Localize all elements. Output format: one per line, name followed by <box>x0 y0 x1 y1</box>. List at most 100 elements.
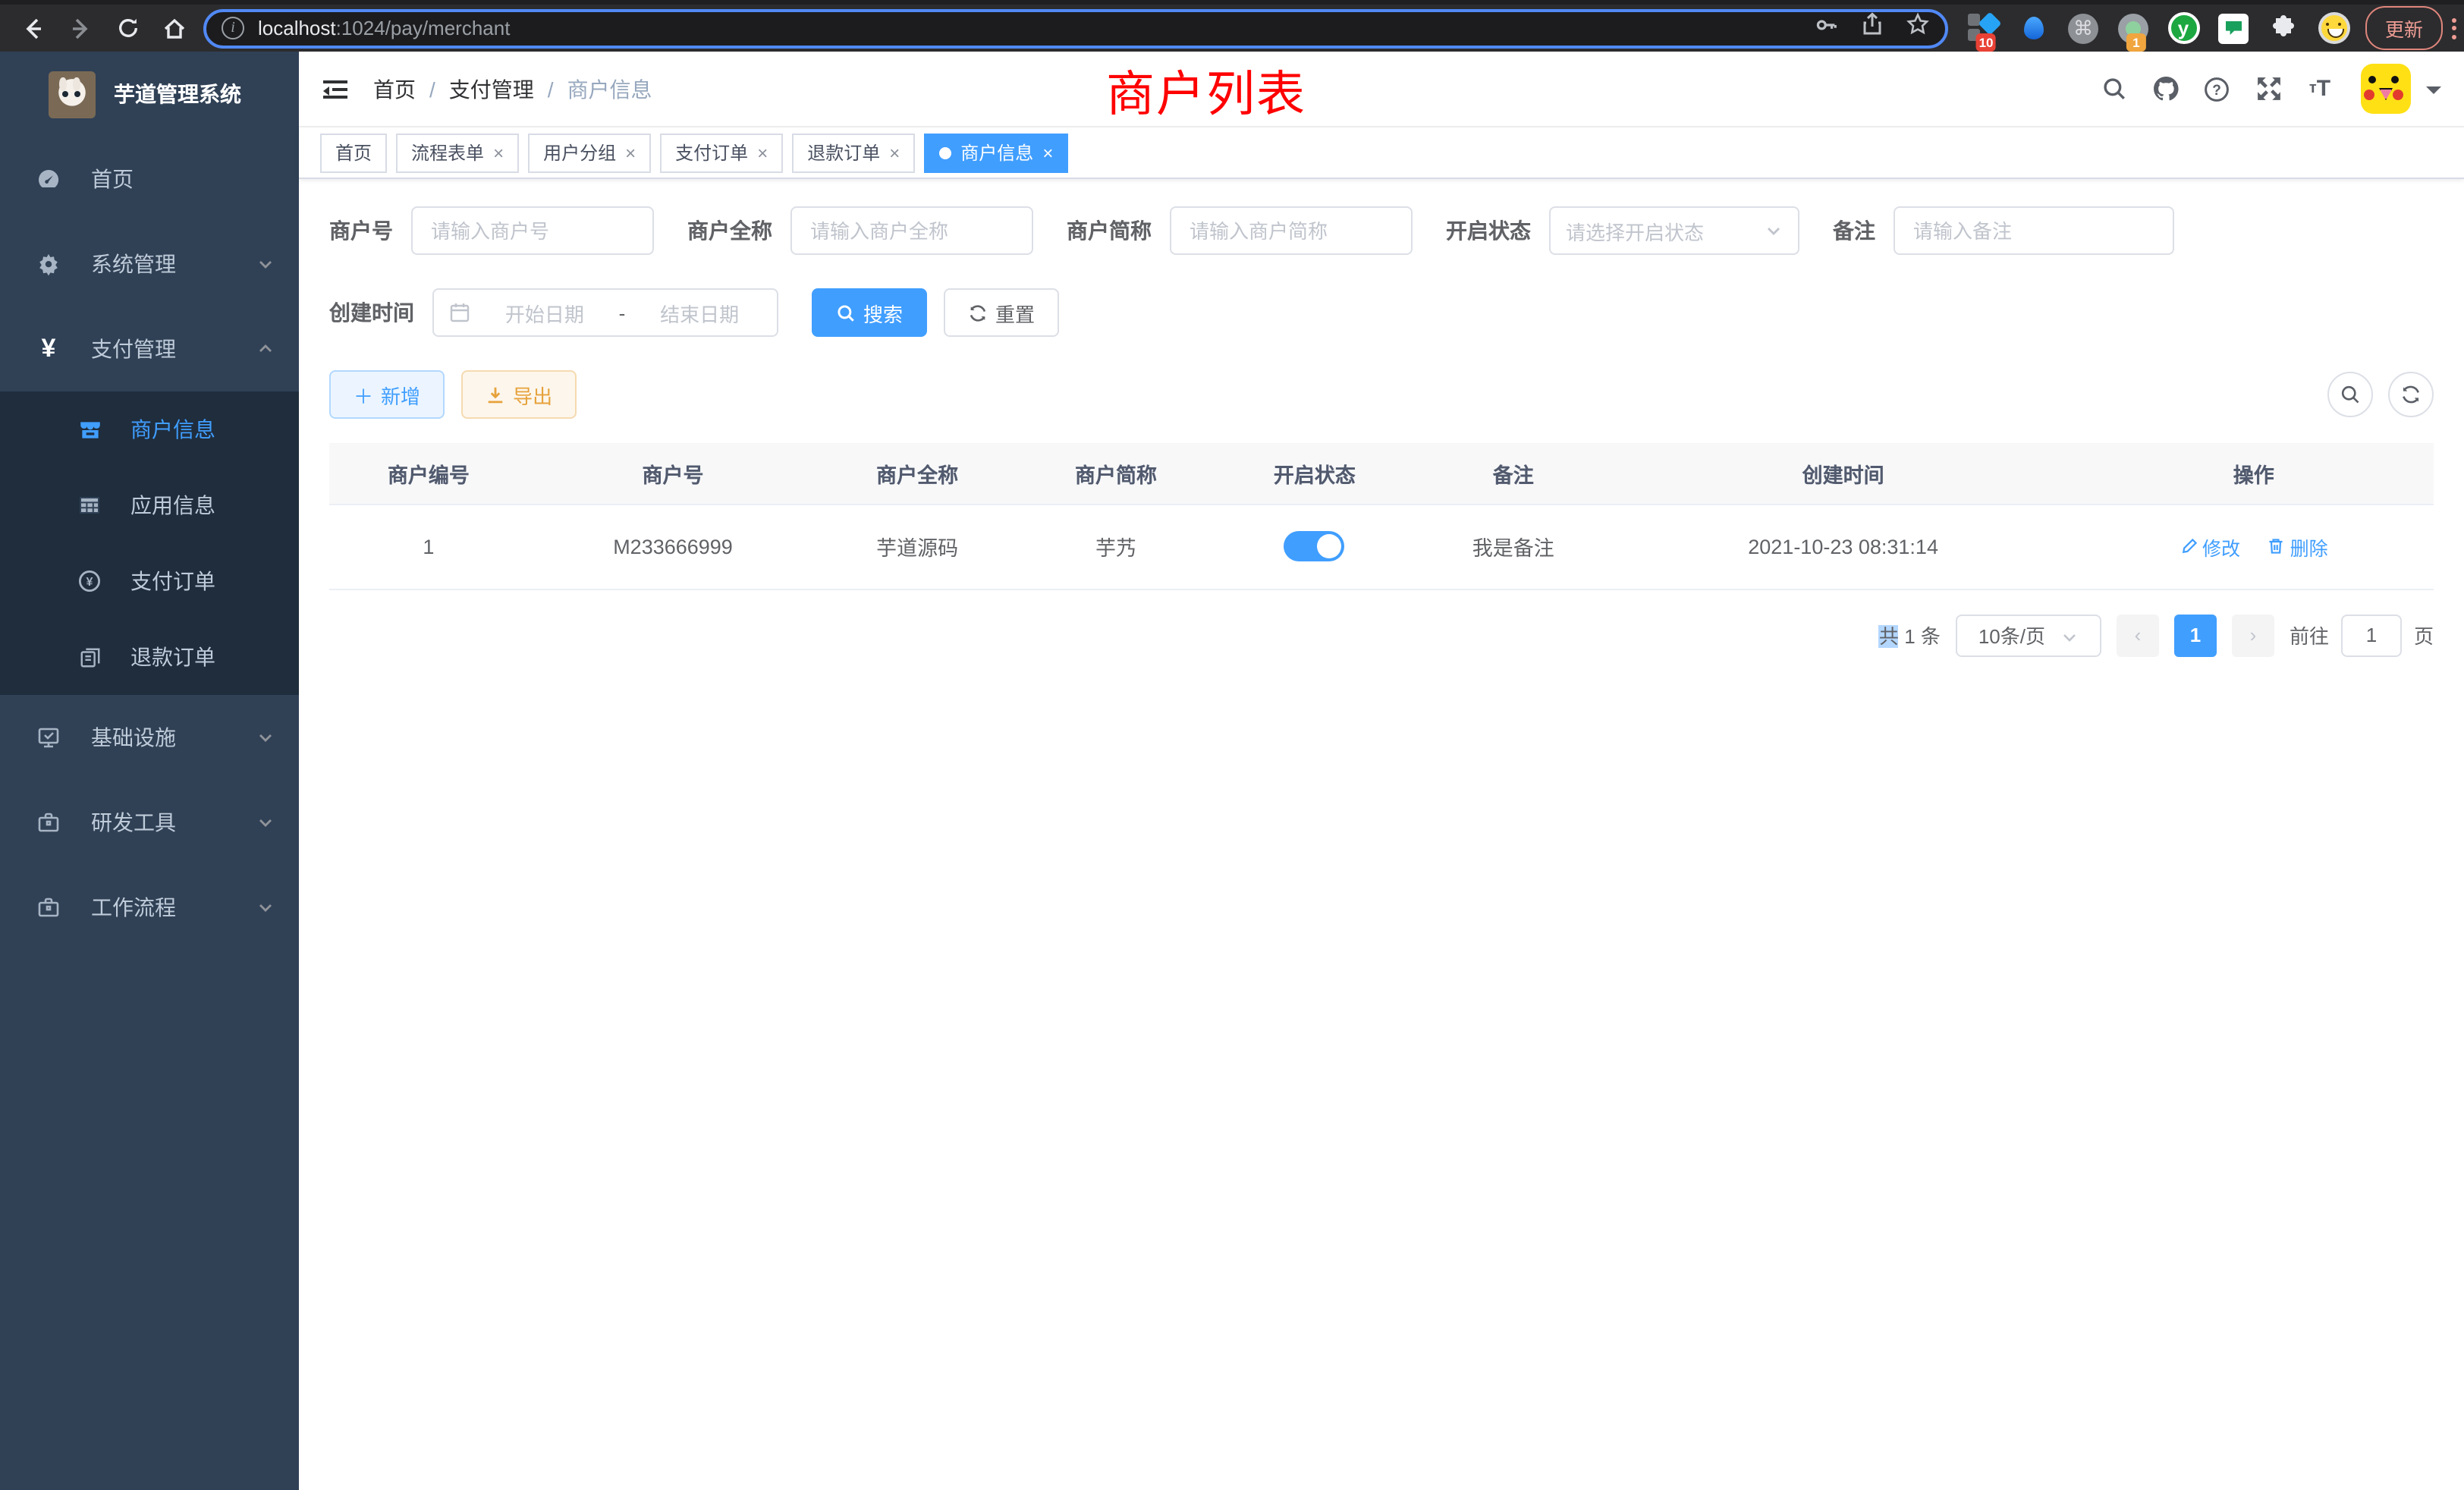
cell-remark: 我是备注 <box>1414 504 1613 589</box>
documents-icon <box>73 646 106 668</box>
github-icon[interactable] <box>2145 69 2185 108</box>
table-header-row: 商户编号 商户号 商户全称 商户简称 开启状态 备注 创建时间 操作 <box>329 443 2434 504</box>
sidebar-item-payment[interactable]: ¥ 支付管理 <box>0 306 299 391</box>
extension-notifier-icon[interactable]: 1 <box>2117 11 2150 45</box>
dashboard-icon <box>30 167 67 191</box>
cell-create-time: 2021-10-23 08:31:14 <box>1613 504 2074 589</box>
extensions-puzzle-icon[interactable] <box>2267 11 2300 45</box>
merchant-no-input[interactable] <box>411 206 654 255</box>
sidebar-item-system[interactable]: 系统管理 <box>0 222 299 306</box>
sidebar-item-pay-order[interactable]: ¥ 支付订单 <box>0 543 299 619</box>
merchant-fullname-input[interactable] <box>790 206 1033 255</box>
grid-icon <box>73 493 106 517</box>
next-page-button[interactable]: › <box>2232 614 2274 656</box>
chevron-up-icon <box>256 340 275 358</box>
extension-raycast-icon[interactable]: 10 <box>1966 11 2000 45</box>
close-icon[interactable]: × <box>757 142 768 163</box>
app-logo[interactable]: 芋道管理系统 <box>0 52 299 137</box>
tag-view-bar: 首页 流程表单× 用户分组× 支付订单× 退款订单× 商户信息× <box>299 127 2464 179</box>
tag-user-group[interactable]: 用户分组× <box>528 133 651 172</box>
toggle-search-button[interactable] <box>2327 372 2373 417</box>
sidebar-item-refund-order[interactable]: 退款订单 <box>0 619 299 695</box>
breadcrumb-current: 商户信息 <box>567 74 652 104</box>
close-icon[interactable]: × <box>1042 142 1053 163</box>
yen-icon: ¥ <box>30 334 67 364</box>
trash-icon <box>2268 537 2286 555</box>
table-row: 1 M233666999 芋道源码 芋艿 我是备注 2021-10-23 08:… <box>329 504 2434 589</box>
chevron-down-icon <box>256 813 275 831</box>
extension-y-icon[interactable]: y <box>2167 11 2200 45</box>
refresh-icon <box>968 303 988 322</box>
search-icon <box>2340 384 2361 405</box>
extension-chat-icon[interactable] <box>2217 11 2250 45</box>
browser-reload-button[interactable] <box>109 10 146 46</box>
add-button[interactable]: ＋ 新增 <box>329 370 445 419</box>
status-select[interactable]: 请选择开启状态 <box>1549 206 1799 255</box>
font-size-icon[interactable]: тT <box>2300 69 2340 108</box>
page-1-button[interactable]: 1 <box>2174 614 2217 656</box>
address-bar[interactable]: i localhost:1024/pay/merchant <box>203 8 1948 48</box>
page-size-select[interactable]: 10条/页 <box>1956 614 2101 656</box>
sidebar-item-dev-tools[interactable]: 研发工具 <box>0 780 299 865</box>
browser-menu-icon[interactable] <box>2452 17 2456 39</box>
remark-input[interactable] <box>1894 206 2174 255</box>
tag-pay-order[interactable]: 支付订单× <box>660 133 783 172</box>
tag-refund-order[interactable]: 退款订单× <box>792 133 915 172</box>
screen: i localhost:1024/pay/merchant 10 ⌘ <box>0 0 2464 1490</box>
plus-icon: ＋ <box>354 380 373 409</box>
sidebar-item-workflow[interactable]: 工作流程 <box>0 865 299 950</box>
refresh-table-button[interactable] <box>2388 372 2434 417</box>
site-info-icon[interactable]: i <box>222 17 244 39</box>
header-search-icon[interactable] <box>2094 69 2133 108</box>
tag-merchant-info[interactable]: 商户信息× <box>924 133 1068 172</box>
delete-link[interactable]: 删除 <box>2268 532 2328 561</box>
browser-update-button[interactable]: 更新 <box>2365 6 2443 50</box>
close-icon[interactable]: × <box>889 142 900 163</box>
select-caret-icon <box>1765 222 1783 240</box>
browser-back-button[interactable] <box>15 10 52 46</box>
extension-balloon-icon[interactable] <box>2016 11 2050 45</box>
browser-home-button[interactable] <box>156 10 193 46</box>
search-icon <box>836 303 856 322</box>
share-icon[interactable] <box>1860 12 1884 44</box>
help-icon[interactable]: ? <box>2197 69 2236 108</box>
merchant-table: 商户编号 商户号 商户全称 商户简称 开启状态 备注 创建时间 操作 1 <box>329 443 2434 589</box>
cell-merchant-no: M233666999 <box>528 504 818 589</box>
extension-command-icon[interactable]: ⌘ <box>2066 11 2100 45</box>
breadcrumb-home[interactable]: 首页 <box>373 74 416 104</box>
gear-icon <box>30 252 67 276</box>
breadcrumb-payment[interactable]: 支付管理 <box>449 74 534 104</box>
bookmark-star-icon[interactable] <box>1906 12 1930 44</box>
chevron-down-icon <box>256 898 275 916</box>
sidebar-item-home[interactable]: 首页 <box>0 137 299 222</box>
sidebar-fold-icon[interactable] <box>322 75 349 102</box>
tag-home[interactable]: 首页 <box>320 133 387 172</box>
status-toggle[interactable] <box>1284 531 1345 561</box>
calendar-icon <box>449 302 470 323</box>
browser-forward-button[interactable] <box>62 10 99 46</box>
user-menu-caret-icon[interactable] <box>2426 86 2441 101</box>
pagination-total: 共 1 条 <box>1879 621 1941 649</box>
password-key-icon[interactable] <box>1813 11 1839 45</box>
search-button[interactable]: 搜索 <box>812 288 927 337</box>
user-avatar[interactable] <box>2361 64 2411 114</box>
tag-process-form[interactable]: 流程表单× <box>396 133 519 172</box>
sidebar-item-infrastructure[interactable]: 基础设施 <box>0 695 299 780</box>
sidebar-item-merchant-info[interactable]: 商户信息 <box>0 391 299 467</box>
chevron-down-icon <box>256 728 275 747</box>
sidebar-item-app-info[interactable]: 应用信息 <box>0 467 299 543</box>
export-button[interactable]: 导出 <box>461 370 577 419</box>
reset-button[interactable]: 重置 <box>944 288 1059 337</box>
merchant-shortname-input[interactable] <box>1170 206 1413 255</box>
download-icon <box>486 385 505 404</box>
browser-profile-avatar[interactable] <box>2317 11 2350 45</box>
create-time-range-picker[interactable]: 开始日期 - 结束日期 <box>432 288 778 337</box>
edit-link[interactable]: 修改 <box>2180 532 2240 561</box>
close-icon[interactable]: × <box>493 142 504 163</box>
refresh-icon <box>2400 384 2422 405</box>
close-icon[interactable]: × <box>625 142 636 163</box>
prev-page-button[interactable]: ‹ <box>2117 614 2159 656</box>
goto-page-input[interactable] <box>2341 614 2402 656</box>
fullscreen-icon[interactable] <box>2249 69 2288 108</box>
cell-short-name: 芋艿 <box>1017 504 1215 589</box>
